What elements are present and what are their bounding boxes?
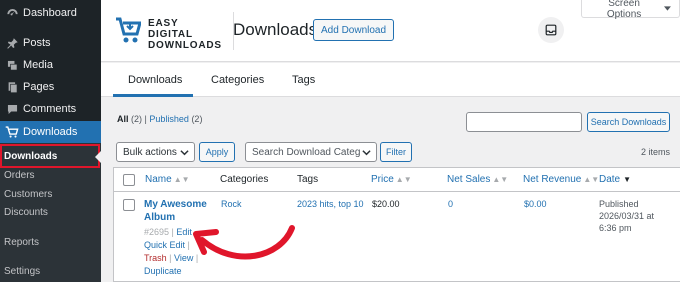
highlight-box bbox=[0, 144, 100, 168]
pin-icon bbox=[2, 37, 22, 50]
view-published-link[interactable]: Published bbox=[149, 114, 189, 124]
submenu-settings[interactable]: Settings bbox=[4, 266, 40, 277]
category-link[interactable]: Rock bbox=[221, 199, 242, 209]
page-header: EASY DIGITAL DOWNLOADS Downloads Add Dow… bbox=[101, 0, 680, 62]
column-net-revenue[interactable]: Net Revenue ▲▼ bbox=[523, 174, 599, 185]
sort-desc-icon: ▼ bbox=[623, 175, 632, 184]
view-all-count: (2) bbox=[131, 114, 143, 124]
caret-down-icon bbox=[664, 6, 671, 11]
category-filter-select[interactable]: Search Download Categ bbox=[245, 142, 377, 162]
submenu-customers[interactable]: Customers bbox=[4, 189, 52, 200]
screen-options-label: Screen Options bbox=[606, 0, 642, 20]
tab-categories[interactable]: Categories bbox=[211, 74, 264, 86]
active-tab-indicator bbox=[113, 94, 193, 97]
sort-icon: ▲▼ bbox=[173, 175, 190, 184]
column-net-sales[interactable]: Net Sales ▲▼ bbox=[447, 174, 508, 185]
logo-text-line: DIGITAL bbox=[148, 29, 193, 40]
admin-sidebar: Dashboard Posts Media Pages Comments Dow… bbox=[0, 0, 101, 282]
chevron-down-icon bbox=[362, 150, 371, 156]
tags-link[interactable]: 2023 hits, top 10 bbox=[297, 199, 364, 209]
submenu-orders[interactable]: Orders bbox=[4, 170, 35, 181]
inbox-button[interactable] bbox=[538, 17, 564, 43]
date-status: Published bbox=[599, 199, 639, 209]
column-price[interactable]: Price ▲▼ bbox=[371, 174, 412, 185]
menu-label: Comments bbox=[23, 103, 77, 115]
net-revenue-link[interactable]: $0.00 bbox=[524, 199, 547, 209]
column-date[interactable]: Date ▼ bbox=[599, 174, 631, 185]
category-filter-value: Search Download Categ bbox=[252, 146, 360, 158]
current-menu-arrow bbox=[95, 151, 101, 163]
date-value: 2026/03/31 at bbox=[599, 211, 655, 221]
dashboard-icon bbox=[2, 7, 22, 20]
items-count: 2 items bbox=[641, 147, 671, 157]
row-checkbox[interactable] bbox=[123, 199, 135, 211]
menu-dashboard[interactable]: Dashboard bbox=[0, 2, 101, 24]
table-header: Name ▲▼ Categories Tags Price ▲▼ Net Sales… bbox=[114, 168, 680, 192]
sort-icon: ▲▼ bbox=[492, 175, 509, 184]
trash-link[interactable]: Trash bbox=[144, 253, 167, 263]
column-tags: Tags bbox=[297, 174, 319, 185]
bulk-actions-select[interactable]: Bulk actions bbox=[116, 142, 195, 162]
screen-options-button[interactable]: Screen Options bbox=[581, 0, 680, 20]
menu-label: Pages bbox=[23, 81, 55, 93]
search-input[interactable] bbox=[466, 112, 582, 132]
comment-icon bbox=[2, 103, 22, 116]
menu-label: Dashboard bbox=[23, 7, 77, 19]
view-all-link[interactable]: All bbox=[117, 114, 129, 124]
menu-pages[interactable]: Pages bbox=[0, 76, 101, 98]
logo-text-line: EASY bbox=[148, 18, 179, 29]
submenu-reports[interactable]: Reports bbox=[4, 237, 39, 248]
filter-button[interactable]: Filter bbox=[380, 142, 412, 162]
net-sales-link[interactable]: 0 bbox=[448, 199, 453, 209]
edd-logo-icon bbox=[116, 17, 141, 43]
price-value: $20.00 bbox=[372, 199, 400, 209]
column-categories: Categories bbox=[220, 174, 269, 185]
logo-text-line: DOWNLOADS bbox=[148, 40, 222, 51]
column-name[interactable]: Name ▲▼ bbox=[145, 174, 190, 185]
submenu-discounts[interactable]: Discounts bbox=[4, 207, 48, 218]
view-filters: All (2) | Published (2) bbox=[117, 114, 203, 124]
menu-media[interactable]: Media bbox=[0, 54, 101, 76]
page-title: Downloads bbox=[233, 20, 318, 39]
menu-posts[interactable]: Posts bbox=[0, 32, 101, 54]
add-download-button[interactable]: Add Download bbox=[313, 19, 395, 41]
inbox-icon bbox=[545, 24, 557, 36]
duplicate-link[interactable]: Duplicate bbox=[144, 266, 182, 276]
bulk-actions-value: Bulk actions bbox=[123, 146, 177, 158]
row-actions-line: Duplicate bbox=[144, 266, 182, 276]
tabs-bar: Downloads Categories Tags bbox=[101, 63, 680, 97]
media-icon bbox=[2, 59, 22, 72]
menu-label: Media bbox=[23, 59, 53, 71]
chevron-down-icon bbox=[180, 150, 189, 156]
menu-label: Downloads bbox=[23, 126, 78, 138]
apply-button[interactable]: Apply bbox=[199, 142, 235, 162]
select-all-checkbox[interactable] bbox=[123, 174, 135, 186]
tab-downloads[interactable]: Downloads bbox=[128, 74, 182, 86]
search-downloads-button[interactable]: Search Downloads bbox=[587, 112, 670, 132]
menu-comments[interactable]: Comments bbox=[0, 98, 101, 120]
tab-tags[interactable]: Tags bbox=[292, 74, 315, 86]
red-arrow-icon bbox=[193, 225, 295, 260]
menu-label: Posts bbox=[23, 37, 51, 49]
sort-icon: ▲▼ bbox=[395, 175, 412, 184]
view-published-count: (2) bbox=[191, 114, 203, 124]
date-time: 6:36 pm bbox=[599, 223, 632, 233]
pages-icon bbox=[2, 81, 22, 94]
quick-edit-link[interactable]: Quick Edit bbox=[144, 240, 185, 250]
menu-downloads[interactable]: Downloads bbox=[0, 121, 101, 143]
download-id: #2695 bbox=[144, 227, 170, 237]
cart-icon bbox=[2, 125, 22, 139]
sort-icon: ▲▼ bbox=[583, 175, 600, 184]
